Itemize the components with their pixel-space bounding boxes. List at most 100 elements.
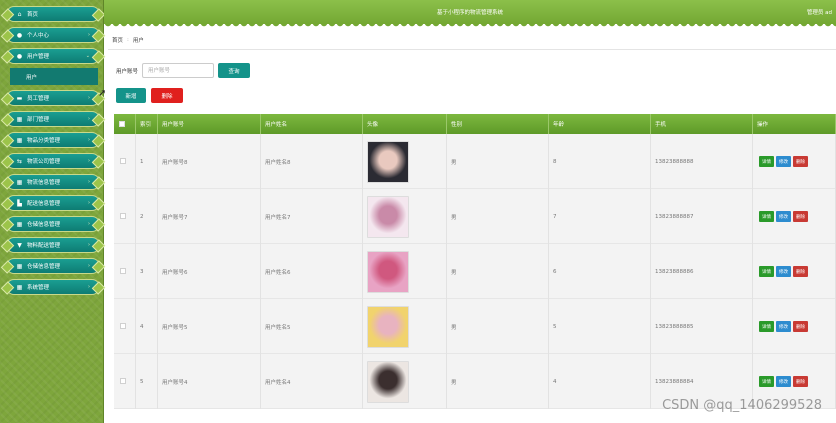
divider — [108, 49, 836, 50]
header-name: 用户姓名 — [261, 114, 363, 134]
cell-age: 8 — [549, 134, 651, 189]
edit-button[interactable]: 修改 — [776, 211, 791, 222]
sidebar-item-system[interactable]: ▦ 系统管理 › — [6, 279, 100, 295]
cell-avatar — [363, 354, 447, 409]
detail-button[interactable]: 详情 — [759, 321, 774, 332]
system-title: 基于小程序的物流管理系统 — [436, 10, 503, 16]
detail-button[interactable]: 详情 — [759, 211, 774, 222]
detail-button[interactable]: 详情 — [759, 156, 774, 167]
mouse-cursor-icon: ➚ — [98, 88, 107, 99]
edit-button[interactable]: 修改 — [776, 321, 791, 332]
grid-icon: ▦ — [16, 262, 23, 270]
user-info[interactable]: 管理员 ad — [807, 8, 832, 16]
sidebar-item-label: 配送信息管理 — [27, 201, 61, 207]
op-label: 修改 — [779, 159, 788, 165]
delete-button[interactable]: 删除 — [793, 266, 808, 277]
search-input[interactable] — [142, 63, 214, 78]
sidebar-item-warehouse[interactable]: ▦ 仓储信息管理 › — [6, 258, 100, 274]
breadcrumb-home[interactable]: 首页 — [112, 36, 123, 44]
row-checkbox[interactable] — [120, 158, 126, 164]
sidebar-item-categories[interactable]: ▦ 物品分类管理 › — [6, 132, 100, 148]
chevron-right-icon: › — [88, 95, 90, 101]
cell-age: 5 — [549, 299, 651, 354]
header-age: 年龄 — [549, 114, 651, 134]
row-checkbox[interactable] — [120, 378, 126, 384]
sidebar-item-logistics[interactable]: ▦ 物流信息管理 › — [6, 174, 100, 190]
chevron-down-icon: ⌄ — [85, 53, 90, 59]
cell-index: 4 — [136, 299, 158, 354]
cell-actions: 详情 修改 删除 — [753, 299, 836, 354]
table-header: 索引 用户账号 用户姓名 头像 性别 年龄 手机 操作 — [114, 114, 836, 134]
sidebar-item-storage[interactable]: ▦ 仓储信息管理 › — [6, 216, 100, 232]
cell-name: 用户姓名8 — [261, 134, 363, 189]
cell-avatar — [363, 134, 447, 189]
op-label: 删除 — [796, 159, 805, 165]
delete-button[interactable]: 删除 — [793, 156, 808, 167]
chevron-right-icon: › — [88, 263, 90, 269]
cell-gender: 男 — [447, 134, 549, 189]
cell-actions: 详情 修改 删除 — [753, 244, 836, 299]
add-button[interactable]: 新增 — [116, 88, 146, 103]
delete-button[interactable]: 删除 — [793, 211, 808, 222]
header-checkbox-cell — [114, 114, 136, 134]
edit-button[interactable]: 修改 — [776, 266, 791, 277]
sidebar-item-delivery[interactable]: ▙ 配送信息管理 › — [6, 195, 100, 211]
user-icon: ● — [16, 31, 23, 39]
row-checkbox[interactable] — [120, 268, 126, 274]
sidebar-item-home[interactable]: ⌂ 首页 — [6, 6, 100, 22]
cell-index: 1 — [136, 134, 158, 189]
detail-button[interactable]: 详情 — [759, 376, 774, 387]
chevron-right-icon: › — [88, 221, 90, 227]
users-icon: ● — [16, 52, 23, 60]
delete-button[interactable]: 删除 — [793, 321, 808, 332]
cell-index: 5 — [136, 354, 158, 409]
cell-account: 用户账号5 — [158, 299, 261, 354]
edit-button[interactable]: 修改 — [776, 376, 791, 387]
table-row: 4 用户账号5 用户姓名5 男 5 13823888885 详情 修改 删除 — [114, 299, 836, 354]
cell-age: 6 — [549, 244, 651, 299]
chevron-right-icon: › — [88, 32, 90, 38]
delete-button[interactable]: 删除 — [793, 376, 808, 387]
sidebar-item-staff[interactable]: ▬ 员工管理 › — [6, 90, 100, 106]
cell-account: 用户账号8 — [158, 134, 261, 189]
sidebar-item-users[interactable]: ● 用户管理 ⌄ — [6, 48, 100, 64]
search-button[interactable]: 查询 — [218, 63, 250, 78]
edit-button[interactable]: 修改 — [776, 156, 791, 167]
detail-button[interactable]: 详情 — [759, 266, 774, 277]
cell-avatar — [363, 299, 447, 354]
cell-actions: 详情 修改 删除 — [753, 189, 836, 244]
op-label: 删除 — [796, 214, 805, 220]
cell-age: 4 — [549, 354, 651, 409]
sidebar-item-label: 物料配送管理 — [27, 243, 61, 249]
sidebar-item-profile[interactable]: ● 个人中心 › — [6, 27, 100, 43]
sidebar-item-departments[interactable]: ▦ 部门管理 › — [6, 111, 100, 127]
row-checkbox-cell — [114, 244, 136, 299]
select-all-checkbox[interactable] — [119, 121, 125, 127]
op-label: 修改 — [779, 269, 788, 275]
cell-gender: 男 — [447, 189, 549, 244]
batch-delete-button[interactable]: 删除 — [151, 88, 183, 103]
header-actions: 操作 — [753, 114, 836, 134]
header-avatar: 头像 — [363, 114, 447, 134]
sidebar-item-label: 系统管理 — [27, 285, 50, 291]
sidebar-item-companies[interactable]: ⇆ 物流公司管理 › — [6, 153, 100, 169]
header-phone: 手机 — [651, 114, 753, 134]
table-row: 1 用户账号8 用户姓名8 男 8 13823888888 详情 修改 删除 — [114, 134, 836, 189]
table-row: 3 用户账号6 用户姓名6 男 6 13823888886 详情 修改 删除 — [114, 244, 836, 299]
header-account: 用户账号 — [158, 114, 261, 134]
avatar — [367, 360, 409, 403]
cell-account: 用户账号7 — [158, 189, 261, 244]
sidebar-item-label: 部门管理 — [27, 117, 50, 123]
grid-icon: ▦ — [16, 283, 23, 291]
op-label: 删除 — [796, 379, 805, 385]
row-checkbox[interactable] — [120, 213, 126, 219]
avatar — [367, 195, 409, 238]
table-row: 2 用户账号7 用户姓名7 男 7 13823888887 详情 修改 删除 — [114, 189, 836, 244]
submenu-item-users[interactable]: 用户 — [10, 68, 98, 85]
header-gender: 性别 — [447, 114, 549, 134]
row-checkbox[interactable] — [120, 323, 126, 329]
sidebar-item-material[interactable]: ▼ 物料配送管理 › — [6, 237, 100, 253]
cell-phone: 13823888885 — [651, 299, 753, 354]
cell-gender: 男 — [447, 244, 549, 299]
op-label: 详情 — [762, 214, 771, 220]
